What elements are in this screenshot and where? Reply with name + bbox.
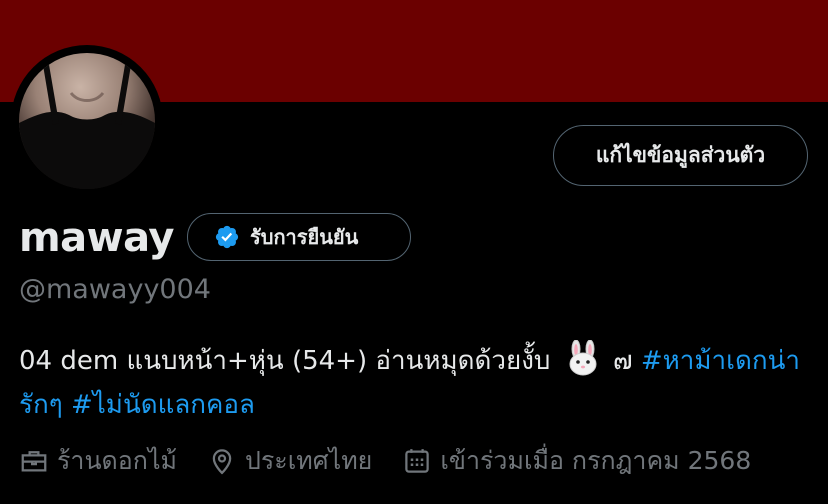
category-label: ร้านดอกไม้ xyxy=(57,446,177,475)
bio-text: 04 dem แนบหน้า+หุ่น (54+) อ่านหมุดด้วยงั… xyxy=(19,346,551,376)
display-name: maway xyxy=(19,215,174,261)
get-verified-label: รับการยืนยัน xyxy=(250,225,359,249)
briefcase-icon xyxy=(21,451,47,472)
location-label: ประเทศไทย xyxy=(245,446,373,475)
joined-label: เข้าร่วมเมื่อ กรกฎาคม 2568 xyxy=(440,446,752,475)
rabbit-face-icon xyxy=(569,340,597,376)
location-pin-icon xyxy=(212,449,232,475)
hashtag-link[interactable]: #ไม่นัดแลกคอล xyxy=(71,390,255,420)
profile-joined-date: เข้าร่วมเมื่อ กรกฎาคม 2568 xyxy=(402,441,751,481)
profile-meta: ร้านดอกไม้ ประเทศไทย เข้าร่วมเมื่อ กรกฎา… xyxy=(19,441,751,481)
profile-bio: 04 dem แนบหน้า+หุ่น (54+) อ่านหมุดด้วยงั… xyxy=(19,339,819,427)
calendar-icon xyxy=(405,449,430,473)
user-handle: @mawayy004 xyxy=(19,274,211,305)
profile-category[interactable]: ร้านดอกไม้ xyxy=(19,441,177,481)
avatar[interactable] xyxy=(19,53,155,189)
verified-badge-icon xyxy=(215,225,239,249)
bio-symbol: ๗ xyxy=(612,346,633,376)
profile-location: ประเทศไทย xyxy=(207,441,372,481)
get-verified-button[interactable]: รับการยืนยัน xyxy=(187,213,411,261)
edit-profile-button[interactable]: แก้ไขข้อมูลส่วนตัว xyxy=(553,125,808,186)
avatar-photo xyxy=(19,53,155,189)
